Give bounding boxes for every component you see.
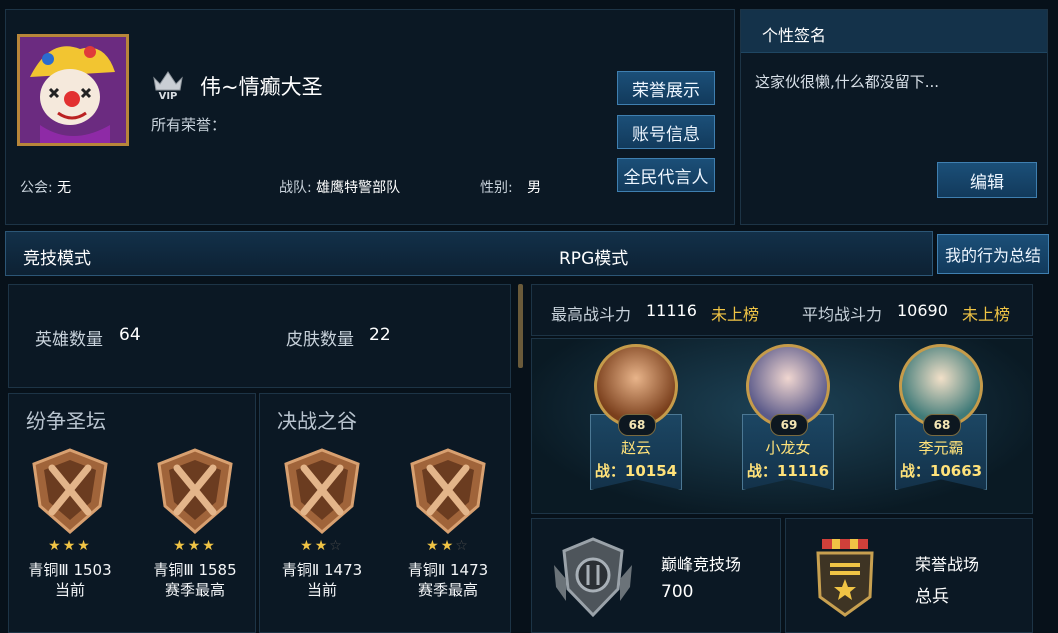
rank-altar-season-best: ★★★ 青铜Ⅲ 1585 赛季最高 (135, 446, 255, 599)
tab-rpg[interactable]: RPG模式 (559, 244, 628, 269)
gender-value: 男 (527, 180, 542, 196)
behavior-summary-button[interactable]: 我的行为总结 (937, 234, 1049, 274)
rank-stars: ★★☆ (300, 538, 344, 554)
peak-arena-panel[interactable]: 巅峰竞技场 700 (531, 518, 781, 633)
skin-count-label: 皮肤数量 (286, 330, 354, 350)
signature-title: 个性签名 (762, 26, 827, 45)
map-title-altar: 纷争圣坛 (26, 409, 106, 433)
signature-text[interactable]: 这家伙很懒,什么都没留下... (755, 71, 939, 92)
rank-tier: 青铜Ⅱ 1473 (407, 561, 489, 579)
bronze-rank-icon (410, 448, 486, 534)
signature-panel: 个性签名 这家伙很懒,什么都没留下... 编辑 (740, 9, 1048, 225)
hero-count-value: 64 (119, 325, 141, 345)
rank-altar-current: ★★★ 青铜Ⅲ 1503 当前 (10, 446, 130, 599)
hero-level: 69 (770, 414, 808, 436)
avg-power-value: 10690 (897, 301, 948, 320)
bronze-rank-icon (32, 448, 108, 534)
hero-stats-panel: 英雄数量 64 皮肤数量 22 (8, 284, 511, 388)
rank-note: 赛季最高 (164, 581, 225, 599)
guild-info: 公会: 无 (20, 177, 71, 197)
rank-stars: ★★★ (173, 538, 217, 554)
honor-battlefield-title: 荣誉战场 (915, 555, 980, 574)
rank-valley-season-best: ★★☆ 青铜Ⅱ 1473 赛季最高 (388, 446, 508, 599)
honor-battlefield-panel[interactable]: 荣誉战场 总兵 (785, 518, 1033, 633)
hero-name: 李元霸 (918, 439, 964, 457)
profile-panel: VIP 伟~情癫大圣 所有荣誉： 荣誉展示 账号信息 全民代言人 公会: 无 战… (5, 9, 735, 225)
max-power-status: 未上榜 (711, 305, 760, 324)
team-info: 战队: 雄鹰特警部队 (279, 177, 400, 197)
hero-name: 赵云 (620, 439, 651, 457)
avatar[interactable] (17, 34, 129, 146)
rank-valley-current: ★★☆ 青铜Ⅱ 1473 当前 (262, 446, 382, 599)
team-label: 战队: (279, 180, 312, 196)
guild-label: 公会: (20, 180, 53, 196)
scrollbar-thumb[interactable] (518, 284, 523, 368)
rank-note: 当前 (306, 581, 337, 599)
hero-card-xiaolongnv[interactable]: 69 小龙女 战：11116 (738, 344, 838, 494)
hero-card-liyuanba[interactable]: 68 李元霸 战：10663 (891, 344, 991, 494)
gender-info: 性别: 男 (480, 177, 541, 197)
tab-competitive[interactable]: 竞技模式 (23, 244, 91, 269)
hero-card-zhaoyun[interactable]: 68 赵云 战：10154 (586, 344, 686, 494)
rank-note: 当前 (54, 581, 85, 599)
honor-display-button[interactable]: 荣誉展示 (617, 71, 715, 105)
bronze-rank-icon (157, 448, 233, 534)
edit-signature-button[interactable]: 编辑 (937, 162, 1037, 198)
honor-medal-icon (816, 539, 874, 617)
max-power-value: 11116 (646, 301, 697, 320)
bronze-rank-icon (284, 448, 360, 534)
gender-label: 性别: (480, 180, 513, 196)
rank-note: 赛季最高 (417, 581, 478, 599)
peak-arena-shield-icon (554, 537, 632, 618)
hero-power: 战：11116 (746, 462, 830, 480)
map-title-valley: 决战之谷 (277, 409, 357, 433)
vip-icon: VIP (150, 68, 186, 102)
max-power-label: 最高战斗力 (551, 305, 632, 324)
hero-count-label: 英雄数量 (35, 330, 103, 350)
hero-power: 战：10663 (899, 462, 983, 480)
rank-stars: ★★☆ (426, 538, 470, 554)
hero-power: 战：10154 (594, 462, 678, 480)
hero-name: 小龙女 (765, 439, 811, 457)
rank-tier: 青铜Ⅱ 1473 (281, 561, 363, 579)
avg-power-status: 未上榜 (962, 305, 1011, 324)
ambassador-button[interactable]: 全民代言人 (617, 158, 715, 192)
account-info-button[interactable]: 账号信息 (617, 115, 715, 149)
honor-battlefield-value: 总兵 (915, 587, 949, 607)
power-panel: 最高战斗力 11116 未上榜 平均战斗力 10690 未上榜 (531, 284, 1033, 336)
peak-arena-title: 巅峰竞技场 (661, 555, 742, 574)
guild-value: 无 (57, 180, 72, 196)
clown-avatar-icon (20, 37, 126, 143)
skin-count-value: 22 (369, 325, 391, 345)
hero-level: 68 (618, 414, 656, 436)
rank-stars: ★★★ (48, 538, 92, 554)
team-value: 雄鹰特警部队 (316, 180, 401, 196)
avg-power-label: 平均战斗力 (802, 305, 883, 324)
rank-tier: 青铜Ⅲ 1585 (153, 561, 237, 579)
player-name: 伟~情癫大圣 (200, 75, 323, 99)
peak-arena-value: 700 (661, 582, 694, 602)
hero-level: 68 (923, 414, 961, 436)
rank-tier: 青铜Ⅲ 1503 (28, 561, 112, 579)
svg-text:VIP: VIP (159, 91, 178, 100)
honors-label: 所有荣誉： (151, 116, 227, 134)
mode-tabs (5, 231, 933, 276)
